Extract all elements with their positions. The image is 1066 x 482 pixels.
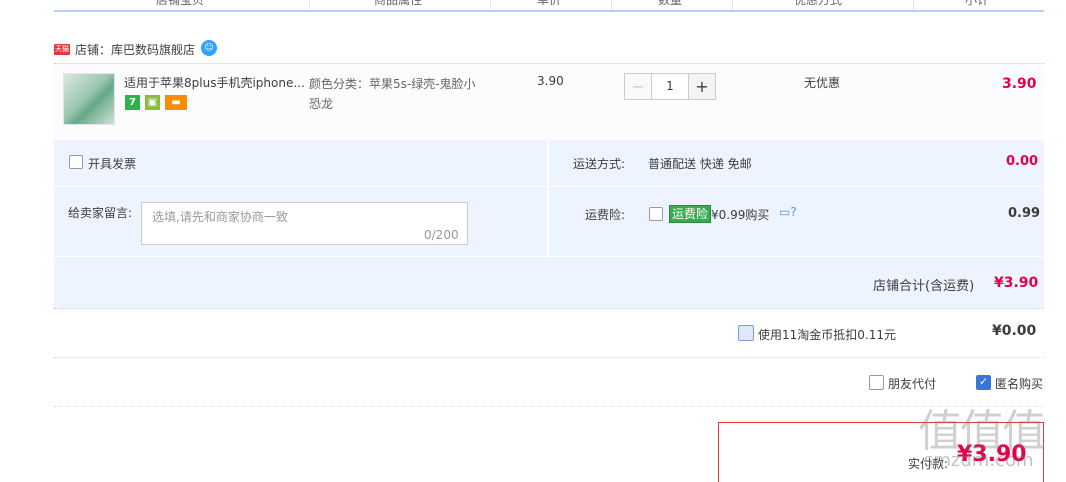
options-divider <box>547 140 549 256</box>
insurance-tag: 运费险 <box>669 205 712 223</box>
unit-price: 3.90 <box>537 74 564 88</box>
header-divider <box>611 0 612 10</box>
qty-input[interactable]: 1 <box>652 73 688 100</box>
guarantee-icon[interactable]: ▣ <box>145 95 160 110</box>
coins-checkbox[interactable] <box>738 325 754 341</box>
insurance-help-icon[interactable]: ▭? <box>779 205 797 219</box>
col-header-attr: 商品属性 <box>374 0 423 7</box>
item-subtotal: 3.90 <box>1002 76 1037 92</box>
col-header-item: 店铺宝贝 <box>156 0 205 7</box>
col-header-price: 单价 <box>537 0 562 7</box>
product-attributes: 颜色分类：苹果5s-绿壳-鬼脸小 恐龙 <box>309 74 489 114</box>
site-watermark-url: smzdm.com <box>924 450 1034 471</box>
credit-card-icon[interactable]: ▬ <box>165 95 187 110</box>
shipping-method[interactable]: 普通配送 快递 免邮 <box>648 155 752 172</box>
shipping-fee: 0.00 <box>1006 154 1039 169</box>
friend-pay-label: 朋友代付 <box>888 377 937 391</box>
friend-pay-checkbox[interactable] <box>869 375 884 390</box>
col-header-qty: 数量 <box>658 0 683 7</box>
invoice-label: 开具发票 <box>88 157 137 171</box>
coins-value: ¥0.00 <box>992 323 1037 339</box>
header-divider <box>309 0 310 10</box>
section-divider <box>54 357 1044 358</box>
options-divider <box>54 256 1044 257</box>
qty-plus-button[interactable]: + <box>688 73 716 100</box>
section-divider <box>54 308 1044 309</box>
shop-total-value: ¥3.90 <box>994 275 1039 291</box>
insurance-label: 运费险: <box>585 208 626 222</box>
attr-line: 恐龙 <box>309 97 334 111</box>
promo-text: 无优惠 <box>804 76 841 90</box>
shop-name-link[interactable]: 店铺：库巴数码旗舰店 <box>75 41 195 58</box>
insurance-checkbox[interactable] <box>649 207 663 221</box>
col-header-promo: 优惠方式 <box>794 0 843 7</box>
message-placeholder: 选填,请先和商家协商一致 <box>152 210 288 224</box>
message-label: 给卖家留言: <box>68 206 133 220</box>
tmall-logo-icon: 天猫 <box>54 44 70 55</box>
header-divider <box>732 0 733 10</box>
shipping-label: 运送方式: <box>573 157 626 171</box>
quantity-stepper: − 1 + <box>624 73 716 100</box>
insurance-price-text: ¥0.99购买 <box>711 208 770 222</box>
anonymous-label: 匿名购买 <box>995 377 1044 391</box>
header-divider <box>490 0 491 10</box>
qty-minus-button[interactable]: − <box>624 73 652 100</box>
invoice-checkbox[interactable] <box>69 155 83 169</box>
col-header-subtotal: 小计 <box>965 0 990 7</box>
seven-day-return-icon[interactable]: 7 <box>125 95 140 110</box>
anonymous-checkbox[interactable] <box>976 375 991 390</box>
coins-label: 使用11淘金币抵扣0.11元 <box>758 328 896 342</box>
options-divider <box>54 186 1044 187</box>
product-title-link[interactable]: 适用于苹果8plus手机壳iphone... <box>124 74 304 91</box>
shop-total-label: 店铺合计(含运费) <box>873 279 975 294</box>
insurance-fee: 0.99 <box>1008 206 1041 221</box>
attr-line: 颜色分类：苹果5s-绿壳-鬼脸小 <box>309 77 476 91</box>
wangwang-chat-icon[interactable]: ☺ <box>201 40 217 56</box>
product-thumbnail[interactable] <box>63 73 115 125</box>
section-divider <box>54 406 1044 407</box>
header-divider <box>913 0 914 10</box>
column-header-row: 店铺宝贝 商品属性 单价 数量 优惠方式 小计 <box>54 0 1044 12</box>
message-char-count: 0/200 <box>424 228 459 242</box>
